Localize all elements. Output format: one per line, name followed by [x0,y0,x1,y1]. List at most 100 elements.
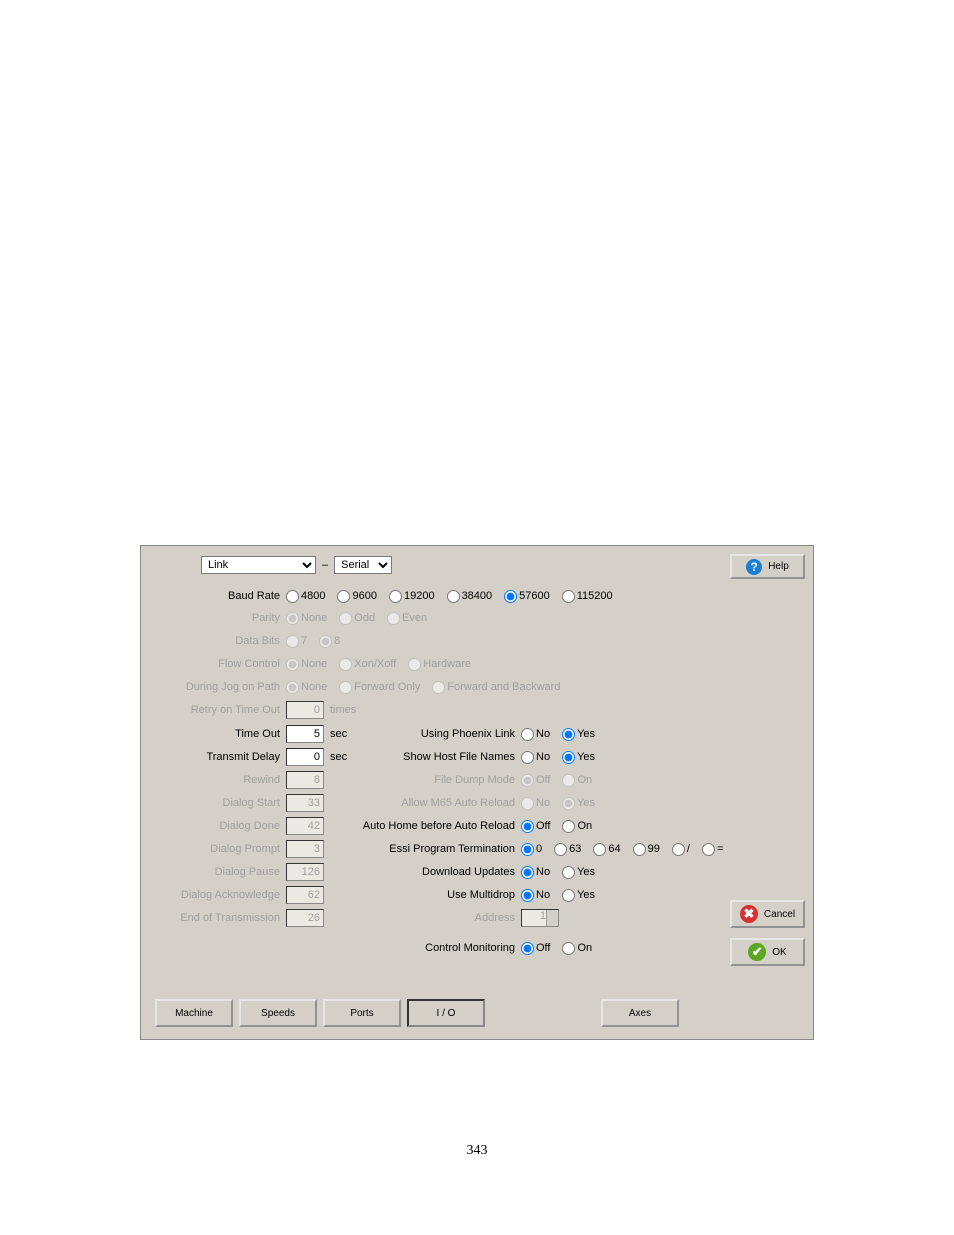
parity-opt-0: None [286,612,327,625]
essi-opt-4[interactable]: / [672,843,690,856]
baud-opt-1[interactable]: 9600 [337,590,376,603]
essi-opt-1[interactable]: 63 [554,843,581,856]
download-label: Download Updates [356,866,521,878]
hostnames-opt-1[interactable]: Yes [562,751,595,764]
download-opt-1[interactable]: Yes [562,866,595,879]
parity-label: Parity [141,612,286,624]
m65-opt-0: No [521,797,550,810]
filedump-label: File Dump Mode [356,774,521,786]
phxlink-opt-1[interactable]: Yes [562,728,595,741]
jog-opt-1: Forward Only [339,681,420,694]
baud-label: Baud Rate [141,590,286,602]
tab-ports[interactable]: Ports [323,999,401,1027]
hostnames-radio-1[interactable] [562,751,575,764]
dstart-input [286,794,324,812]
jog-label: During Jog on Path [141,681,286,693]
retry-unit: times [330,704,356,716]
ok-label: OK [772,947,786,958]
ddone-label: Dialog Done [141,820,286,832]
hostnames-label: Show Host File Names [356,751,521,763]
jog-opt-0: None [286,681,327,694]
essi-radio-5[interactable] [702,843,715,856]
essi-opt-0[interactable]: 0 [521,843,542,856]
txdelay-unit: sec [330,751,347,763]
tab-io[interactable]: I / O [407,999,485,1027]
dack-input [286,886,324,904]
baud-opt-0[interactable]: 4800 [286,590,325,603]
autohome-radio-0[interactable] [521,820,534,833]
essi-radio-4[interactable] [672,843,685,856]
help-label: Help [768,561,789,572]
baud-opt-2[interactable]: 19200 [389,590,435,603]
baud-opt-3[interactable]: 38400 [447,590,493,603]
flow-opt-2: Hardware [408,658,471,671]
ctrlmon-radio-0[interactable] [521,942,534,955]
link-select[interactable]: Link [201,556,316,574]
download-radio-1[interactable] [562,866,575,879]
phxlink-opt-0[interactable]: No [521,728,550,741]
eot-input [286,909,324,927]
txdelay-label: Transmit Delay [141,751,286,763]
autohome-opt-1[interactable]: On [562,820,592,833]
tab-machine[interactable]: Machine [155,999,233,1027]
download-radio-0[interactable] [521,866,534,879]
timeout-unit: sec [330,728,347,740]
databits-label: Data Bits [141,635,286,647]
flow-opt-1: Xon/Xoff [339,658,396,671]
tab-speeds[interactable]: Speeds [239,999,317,1027]
databits-radio-0 [286,635,299,648]
autohome-opt-0[interactable]: Off [521,820,550,833]
baud-radio-2[interactable] [389,590,402,603]
ctrlmon-radio-1[interactable] [562,942,575,955]
txdelay-input[interactable] [286,748,324,766]
tab-axes[interactable]: Axes [601,999,679,1027]
baud-opt-5[interactable]: 115200 [562,590,613,603]
parity-radio-1 [339,612,352,625]
essi-label: Essi Program Termination [356,843,521,855]
cancel-button[interactable]: ✖ Cancel [730,900,805,928]
baud-radio-5[interactable] [562,590,575,603]
help-icon: ? [746,559,762,575]
cancel-label: Cancel [764,909,795,920]
essi-radio-0[interactable] [521,843,534,856]
phxlink-radio-1[interactable] [562,728,575,741]
ctrlmon-opt-0[interactable]: Off [521,942,550,955]
filedump-opt-0: Off [521,774,550,787]
multidrop-radio-1[interactable] [562,889,575,902]
baud-opt-4[interactable]: 57600 [504,590,550,603]
dprompt-label: Dialog Prompt [141,843,286,855]
essi-radio-3[interactable] [633,843,646,856]
timeout-input[interactable] [286,725,324,743]
autohome-radio-1[interactable] [562,820,575,833]
jog-radio-1 [339,681,352,694]
essi-opt-5[interactable]: = [702,843,723,856]
baud-radio-0[interactable] [286,590,299,603]
ok-button[interactable]: ✔ OK [730,938,805,966]
baud-radio-1[interactable] [337,590,350,603]
hostnames-opt-0[interactable]: No [521,751,550,764]
baud-radio-4[interactable] [504,590,517,603]
essi-opt-3[interactable]: 99 [633,843,660,856]
essi-radio-1[interactable] [554,843,567,856]
dpause-input [286,863,324,881]
m65-label: Allow M65 Auto Reload [356,797,521,809]
databits-radio-1 [319,635,332,648]
eot-label: End of Transmission [141,912,286,924]
ctrlmon-opt-1[interactable]: On [562,942,592,955]
essi-radio-2[interactable] [593,843,606,856]
retry-input [286,701,324,719]
multidrop-opt-1[interactable]: Yes [562,889,595,902]
baud-radio-3[interactable] [447,590,460,603]
help-button[interactable]: ? Help [730,554,805,579]
filedump-radio-0 [521,774,534,787]
databits-opt-0: 7 [286,635,307,648]
multidrop-opt-0[interactable]: No [521,889,550,902]
phxlink-radio-0[interactable] [521,728,534,741]
hostnames-radio-0[interactable] [521,751,534,764]
databits-opt-1: 8 [319,635,340,648]
multidrop-radio-0[interactable] [521,889,534,902]
essi-opt-2[interactable]: 64 [593,843,620,856]
m65-opt-1: Yes [562,797,595,810]
port-select[interactable]: Serial 1 [334,556,392,574]
download-opt-0[interactable]: No [521,866,550,879]
